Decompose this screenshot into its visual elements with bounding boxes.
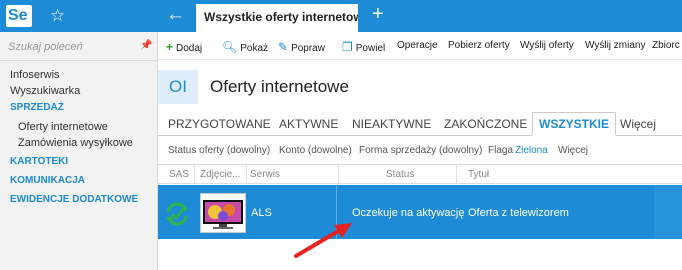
edit-button[interactable]: ✎ Popraw <box>278 40 325 54</box>
row-edge <box>654 185 682 239</box>
tab-nieaktywne[interactable]: NIEAKTYWNE <box>352 117 431 131</box>
column-separator <box>194 165 195 183</box>
sync-icon <box>166 202 188 226</box>
tab-zakonczone[interactable]: ZAKOŃCZONE <box>444 117 527 131</box>
page-title: Oferty internetowe <box>210 77 349 96</box>
column-sas[interactable]: SAS <box>169 169 189 180</box>
pin-icon[interactable]: 📌 <box>140 40 152 51</box>
back-arrow-icon[interactable]: ← <box>166 4 185 26</box>
more-toolbar-button[interactable]: Zbiorc <box>652 40 680 51</box>
cell-title: Oferta z telewizorem <box>468 207 569 219</box>
sidebar-item-wyszukiwarka[interactable]: Wyszukiwarka <box>10 85 80 97</box>
sidebar-item-infoserwis[interactable]: Infoserwis <box>10 69 60 81</box>
annotation-arrow-icon <box>294 223 352 258</box>
sidebar-section-sprzedaz[interactable]: SPRZEDAŻ <box>10 102 64 113</box>
sidebar-section-ewidencje[interactable]: EWIDENCJE DODATKOWE <box>10 194 138 205</box>
favorite-star-icon[interactable]: ☆ <box>50 6 65 26</box>
column-title[interactable]: Tytuł <box>468 169 489 180</box>
operations-button[interactable]: Operacje <box>397 40 438 51</box>
plus-icon: + <box>166 40 174 54</box>
send-changes-button[interactable]: Wyślij zmiany <box>585 40 645 51</box>
filter-bar: Status oferty (dowolny) Konto (dowolne) … <box>158 140 682 162</box>
table-row[interactable]: ALS Oczekuje na aktywację Oferta z telew… <box>158 185 682 239</box>
repeat-button[interactable]: ❐ Powiel <box>342 40 385 54</box>
sidebar-section-kartoteki[interactable]: KARTOTEKI <box>10 156 68 167</box>
app-logo[interactable]: Se <box>6 5 32 27</box>
brush-icon: ✎ <box>278 40 289 54</box>
new-tab-plus-icon[interactable]: + <box>372 3 384 26</box>
search-input[interactable]: Szukaj poleceń <box>8 41 83 53</box>
sidebar-item-oferty-internetowe[interactable]: Oferty internetowe <box>18 121 108 133</box>
tab-wszystkie[interactable]: WSZYSTKIE <box>532 112 617 136</box>
column-status[interactable]: Status <box>386 169 414 180</box>
add-button[interactable]: + Dodaj <box>166 40 202 54</box>
tab-aktywne[interactable]: AKTYWNE <box>279 117 338 131</box>
tv-image-icon <box>203 200 243 229</box>
sidebar-item-zamowienia-wysylkowe[interactable]: Zamówienia wysyłkowe <box>18 137 133 149</box>
status-tabs: PRZYGOTOWANE AKTYWNE NIEAKTYWNE ZAKOŃCZO… <box>158 112 682 136</box>
sidebar-section-komunikacja[interactable]: KOMUNIKACJA <box>10 175 85 186</box>
tab-wiecej[interactable]: Więcej <box>620 117 656 131</box>
page-badge: OI <box>158 70 198 104</box>
cell-service: ALS <box>251 207 272 219</box>
copy-icon: ❐ <box>342 40 353 54</box>
sidebar: Szukaj poleceń 📌 Infoserwis Wyszukiwarka… <box>0 32 158 270</box>
filter-account[interactable]: Konto (dowolne) <box>279 145 352 156</box>
top-bar: Se ☆ ← Wszystkie oferty internetowe + <box>0 0 682 32</box>
filter-form[interactable]: Forma sprzedaży (dowolny) <box>359 145 482 156</box>
sidebar-divider <box>0 60 157 61</box>
column-service[interactable]: Serwis <box>250 169 280 180</box>
filter-status[interactable]: Status oferty (dowolny) <box>168 145 270 156</box>
column-separator <box>456 165 457 183</box>
filter-flag-label[interactable]: Flaga <box>488 145 513 156</box>
tab-active[interactable]: Wszystkie oferty internetowe <box>196 4 358 32</box>
fetch-offers-button[interactable]: Pobierz oferty <box>448 40 510 51</box>
product-thumbnail[interactable] <box>200 193 246 233</box>
toolbar: + Dodaj 🔍︎ Pokaż ✎ Popraw ❐ Powiel Operacje … <box>158 32 682 60</box>
column-separator <box>338 165 339 183</box>
column-photo[interactable]: Zdjęcie... <box>200 169 244 180</box>
grid-header: SAS Zdjęcie... Serwis Status Tytuł <box>158 164 682 184</box>
filter-flag-value[interactable]: Zielona <box>515 145 548 156</box>
search-icon: 🔍︎ <box>222 40 238 54</box>
send-offers-button[interactable]: Wyślij oferty <box>520 40 574 51</box>
tab-przygotowane[interactable]: PRZYGOTOWANE <box>168 117 271 131</box>
column-separator <box>246 165 247 183</box>
filter-more[interactable]: Więcej <box>558 145 588 156</box>
show-button[interactable]: 🔍︎ Pokaż <box>222 40 268 54</box>
cell-status: Oczekuje na aktywację <box>352 207 465 219</box>
